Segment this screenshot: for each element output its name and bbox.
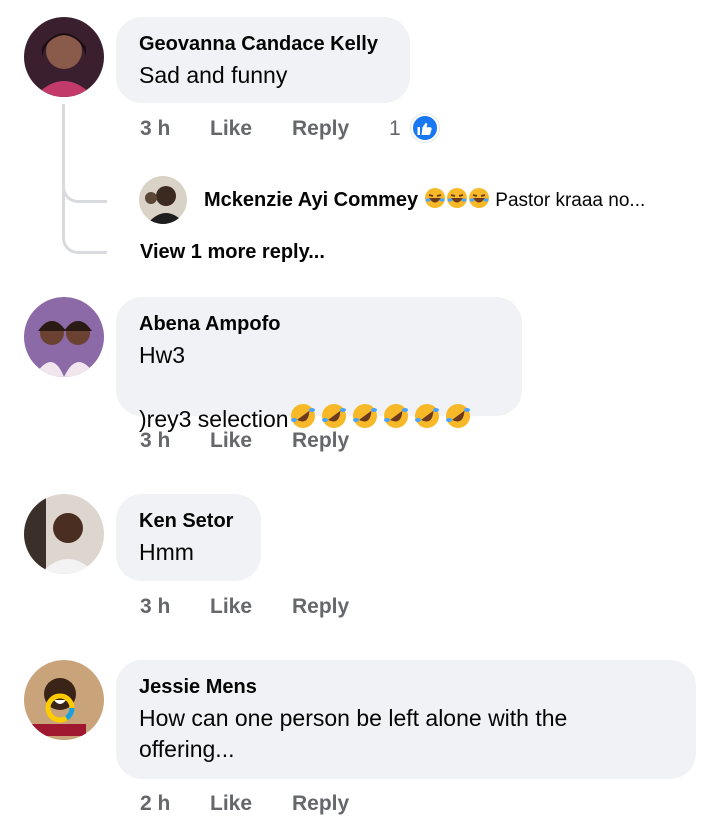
comment-text: Hmm: [139, 539, 194, 565]
comment-time[interactable]: 2 h: [140, 791, 170, 817]
avatar-ken[interactable]: [24, 494, 104, 574]
comment-bubble: Ken Setor Hmm: [116, 494, 261, 581]
comment-author[interactable]: Jessie Mens: [139, 674, 674, 700]
like-reaction-icon[interactable]: [411, 114, 439, 142]
comment-text: How can one person be left alone with th…: [139, 705, 568, 762]
comment-text: Sad and funny: [139, 62, 288, 88]
view-more-replies-link[interactable]: View 1 more reply...: [140, 239, 325, 265]
reply-button[interactable]: Reply: [292, 594, 349, 620]
comment-time[interactable]: 3 h: [140, 116, 170, 142]
reply-author[interactable]: Mckenzie Ayi Commey: [204, 189, 418, 211]
avatar-abena[interactable]: [24, 297, 104, 377]
reply-button[interactable]: Reply: [292, 791, 349, 817]
comment-bubble: Geovanna Candace Kelly Sad and funny: [116, 17, 410, 103]
comment-author[interactable]: Geovanna Candace Kelly: [139, 31, 388, 57]
like-button[interactable]: Like: [210, 428, 252, 454]
like-button[interactable]: Like: [210, 791, 252, 817]
comment-text-line: Hw3: [139, 342, 186, 368]
laughing-emoji-icon: [424, 187, 490, 216]
thread-connector: [62, 104, 107, 203]
reply-button[interactable]: Reply: [292, 428, 349, 454]
avatar-jessie[interactable]: [24, 660, 104, 740]
reply-button[interactable]: Reply: [292, 116, 349, 142]
comment-time[interactable]: 3 h: [140, 428, 170, 454]
comment-bubble: Jessie Mens How can one person be left a…: [116, 660, 696, 779]
comment-author[interactable]: Abena Ampofo: [139, 311, 500, 337]
reaction-count[interactable]: 1: [389, 116, 401, 142]
like-button[interactable]: Like: [210, 116, 252, 142]
thread-connector: [62, 190, 107, 254]
avatar-mckenzie[interactable]: [139, 176, 187, 224]
comment-time[interactable]: 3 h: [140, 594, 170, 620]
comment-author[interactable]: Ken Setor: [139, 508, 239, 534]
comment-bubble: Abena Ampofo Hw3 )rey3 selection: [116, 297, 522, 432]
avatar-geovanna[interactable]: [24, 17, 104, 97]
like-button[interactable]: Like: [210, 594, 252, 620]
reply-text: Pastor kraaa no...: [495, 190, 646, 211]
reply-preview[interactable]: Mckenzie Ayi Commey Pastor kraaa no...: [204, 187, 645, 216]
